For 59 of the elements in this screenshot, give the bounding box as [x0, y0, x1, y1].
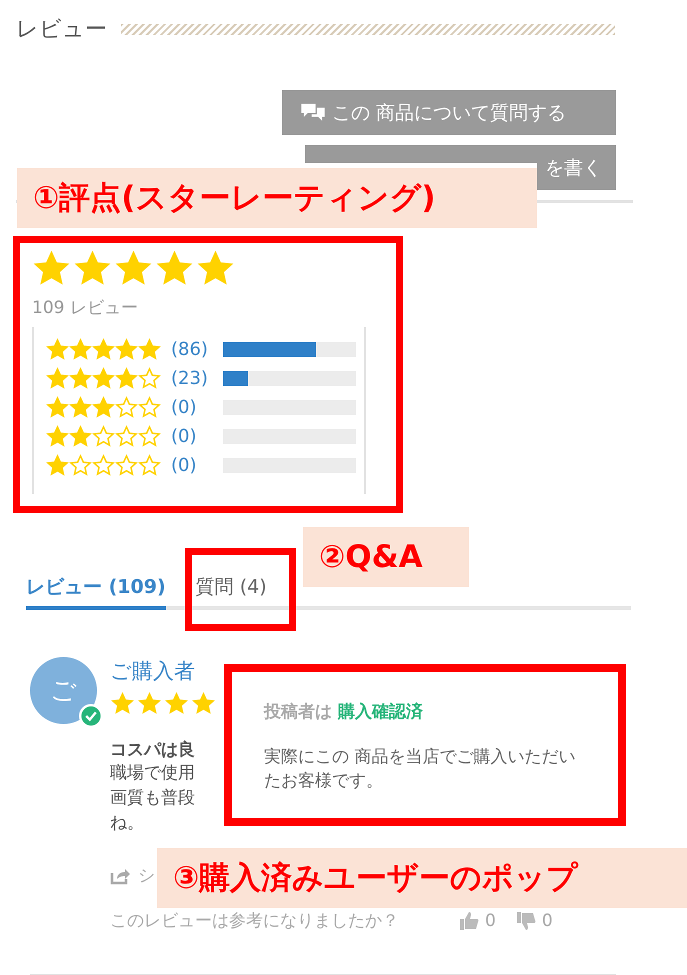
rating-count-link[interactable]: (86)	[171, 339, 223, 360]
review-title: コスパは良	[110, 739, 195, 761]
popup-text: 実際にこの 商品を当店でご購入いただいたお客様です。	[264, 746, 576, 793]
share-link[interactable]: シ	[138, 864, 155, 887]
star-icon	[138, 367, 161, 390]
star-icon	[69, 367, 92, 390]
star-icon	[115, 454, 138, 477]
star-icon	[92, 454, 115, 477]
star-icon	[69, 425, 92, 448]
callout-label: ①評点(スターレーティング)	[17, 168, 537, 228]
rating-count-link[interactable]: (0)	[171, 455, 223, 476]
write-review-button[interactable]: を書く	[537, 145, 616, 190]
verified-status: 購入確認済	[338, 702, 423, 722]
dislike-count: 0	[542, 910, 553, 930]
review-text: 画質も普段	[110, 787, 195, 810]
star-icon	[46, 425, 69, 448]
star-icon	[164, 691, 189, 716]
star-icon	[46, 338, 69, 361]
ask-question-button[interactable]: この 商品について質問する	[282, 90, 616, 135]
star-icon	[115, 338, 138, 361]
thumbs-up-icon[interactable]	[459, 910, 479, 930]
star-icon	[115, 425, 138, 448]
star-icon	[138, 338, 161, 361]
tab[interactable]: レビュー (109)	[26, 568, 166, 610]
star-icon	[69, 454, 92, 477]
review-text: 職場で使用	[110, 762, 195, 785]
review-count: 109 レビュー	[32, 297, 139, 319]
reviewer-name[interactable]: ご購入者	[110, 657, 195, 685]
speech-bubbles-icon	[300, 102, 326, 124]
star-icon	[115, 396, 138, 419]
star-icon	[69, 338, 92, 361]
star-icon	[138, 396, 161, 419]
like-count: 0	[485, 910, 496, 930]
star-icon	[46, 454, 69, 477]
star-icon	[92, 367, 115, 390]
star-icon	[110, 691, 135, 716]
tab[interactable]: 質問 (4)	[196, 568, 267, 610]
star-icon	[46, 396, 69, 419]
star-icon	[138, 425, 161, 448]
star-icon	[92, 425, 115, 448]
callout-label: ②Q&A	[303, 527, 469, 587]
thumbs-down-icon[interactable]	[516, 910, 536, 930]
section-title: レビュー	[16, 16, 107, 44]
star-icon	[69, 396, 92, 419]
star-icon	[92, 396, 115, 419]
share-icon[interactable]	[110, 866, 130, 884]
star-icon	[92, 338, 115, 361]
star-icon	[138, 454, 161, 477]
star-icon	[137, 691, 162, 716]
review-text: ね。	[110, 812, 144, 835]
star-icon	[46, 367, 69, 390]
helpful-question: このレビューは参考になりましたか？	[110, 910, 399, 932]
star-icon	[115, 367, 138, 390]
rating-count-link[interactable]: (0)	[171, 397, 223, 418]
star-icon	[191, 691, 216, 716]
rating-count-link[interactable]: (0)	[171, 426, 223, 447]
popup-label: 投稿者は	[264, 702, 332, 722]
rating-count-link[interactable]: (23)	[171, 368, 223, 389]
callout-label: ③購入済みユーザーのポップ	[157, 848, 687, 908]
